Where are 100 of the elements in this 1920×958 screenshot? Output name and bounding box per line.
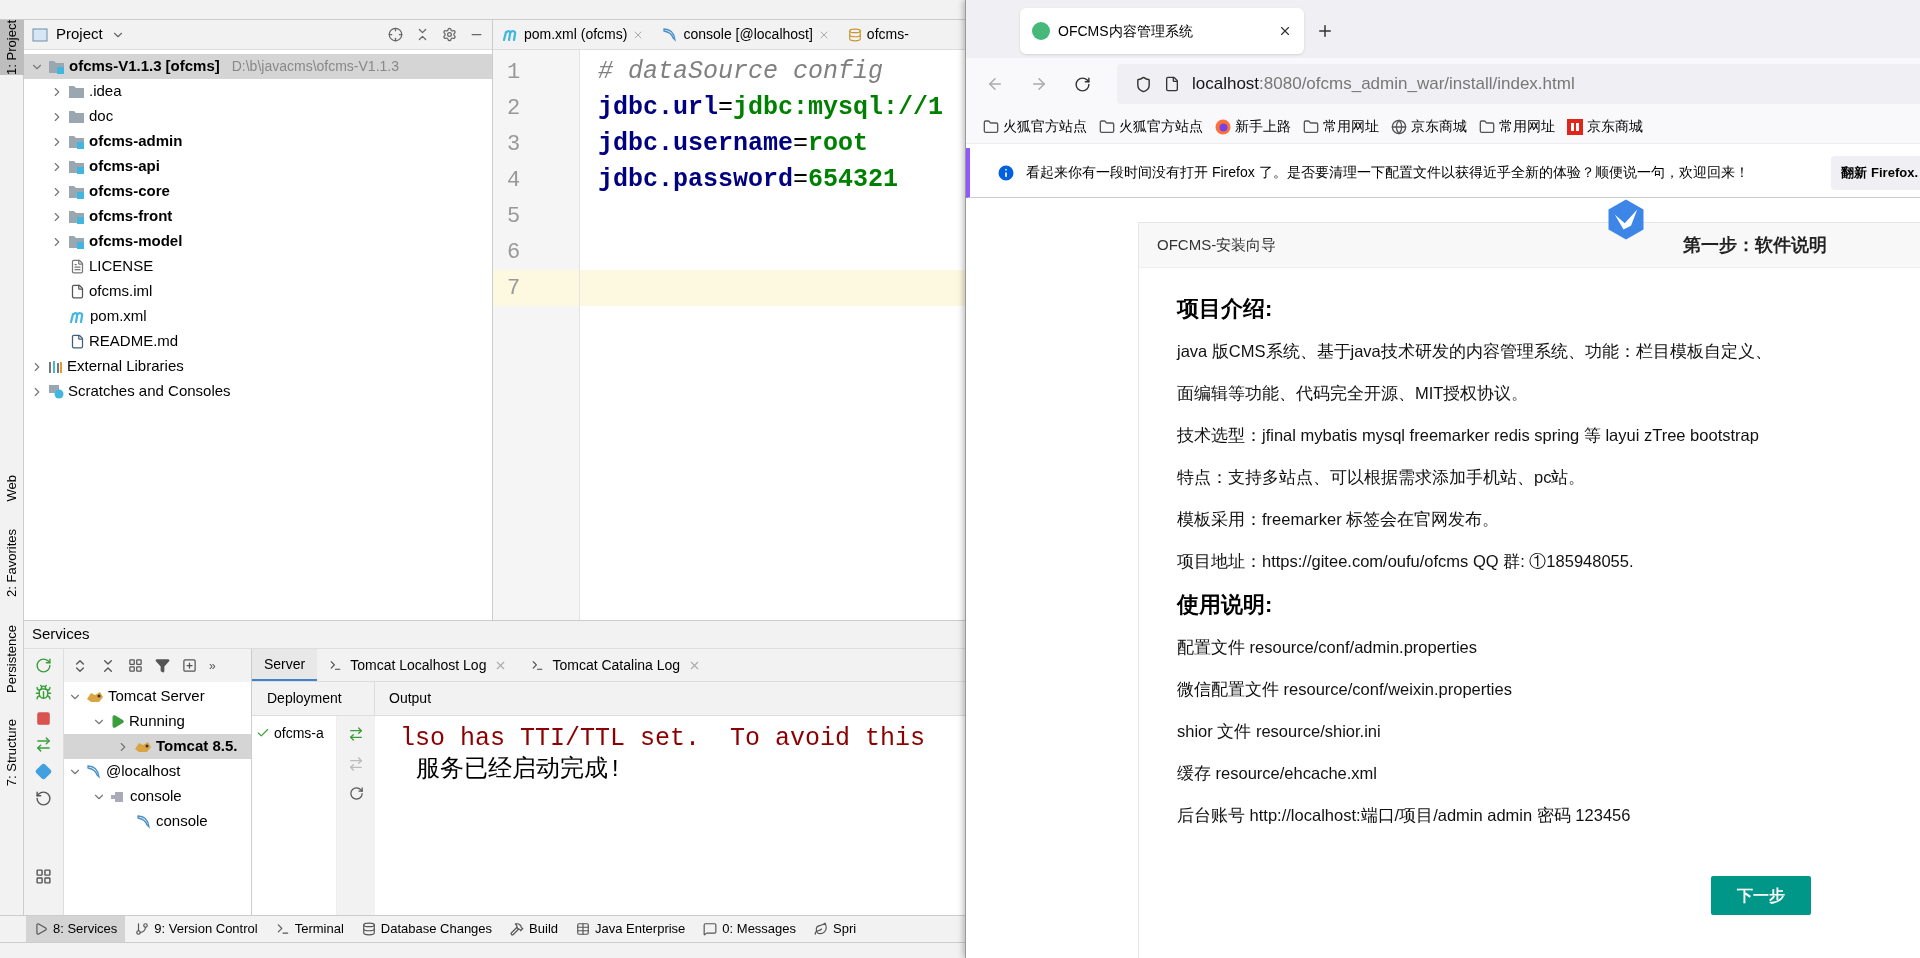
tool-window-button[interactable]: Database Changes	[353, 916, 501, 942]
deployment-item[interactable]: ofcms-a	[274, 722, 324, 744]
info-line: 技术选型：jfinal mybatis mysql freemarker redis spring 等 layui zTree bootstrap	[1177, 424, 1759, 446]
property-value: jdbc:mysql://1	[733, 92, 944, 125]
deploy-icon[interactable]	[35, 736, 52, 753]
console-output-line: lso has TTI/TTL set. To avoid this	[400, 723, 927, 752]
locate-icon[interactable]	[388, 27, 403, 42]
diamond-icon[interactable]	[35, 763, 52, 780]
tool-window-tab[interactable]: 7: Structure	[0, 719, 24, 787]
panel-title: Services	[32, 624, 90, 645]
service-tree-item[interactable]: Tomcat Server	[108, 685, 205, 708]
tool-window-button[interactable]: Terminal	[267, 916, 352, 942]
tool-window-tab[interactable]: Persistence	[0, 625, 24, 694]
firefox-icon	[1215, 118, 1231, 135]
settings-icon[interactable]	[442, 27, 457, 42]
tree-item[interactable]: ofcms-model	[89, 230, 183, 253]
tool-window-button[interactable]: 0: Messages	[695, 916, 805, 942]
tree-item[interactable]: ofcms-core	[89, 180, 170, 203]
filter-icon[interactable]	[155, 658, 170, 673]
folder-icon	[68, 84, 85, 99]
group-icon[interactable]	[128, 658, 143, 673]
tree-item[interactable]: .idea	[89, 80, 122, 103]
database-icon	[361, 922, 376, 936]
tool-window-button[interactable]: Spri	[806, 916, 865, 942]
tree-item[interactable]: ofcms-admin	[89, 130, 183, 153]
close-icon[interactable]	[1278, 24, 1292, 38]
tree-item[interactable]: Scratches and Consoles	[68, 380, 231, 403]
refresh-icon[interactable]	[35, 657, 52, 674]
add-service-icon[interactable]	[182, 658, 197, 673]
step-title: 第一步：软件说明	[1683, 233, 1827, 257]
tree-item[interactable]: README.md	[89, 330, 179, 353]
address-bar[interactable]: localhost:8080/ofcms_admin_war/install/index.html	[1117, 64, 1920, 104]
new-tab-icon[interactable]	[1316, 22, 1334, 40]
bookmark[interactable]: 京东商城	[1567, 116, 1643, 137]
module-folder-icon	[68, 209, 85, 224]
folder-icon	[1099, 118, 1115, 135]
layout-icon[interactable]	[35, 868, 52, 885]
service-tree-item[interactable]: console	[156, 810, 208, 833]
panel-title[interactable]: Project	[56, 23, 103, 46]
tree-item[interactable]: LICENSE	[89, 255, 154, 278]
tool-window-button[interactable]: 9: Version Control	[127, 916, 266, 942]
refresh-firefox-button[interactable]: 翻新 Firefox.	[1831, 155, 1920, 190]
markdown-file-icon	[70, 334, 85, 349]
tool-window-button[interactable]: Build	[502, 916, 566, 942]
service-tree-item[interactable]: @localhost	[106, 760, 181, 783]
tool-window-tab[interactable]: 2: Favorites	[0, 529, 24, 598]
log-tab[interactable]: Tomcat Catalina Log	[519, 649, 714, 681]
tree-item[interactable]: pom.xml	[90, 305, 147, 328]
info-line: 配置文件 resource/conf/admin.properties	[1177, 636, 1478, 658]
panel-icon	[32, 27, 48, 42]
log-tab[interactable]: Tomcat Localhost Log	[317, 649, 520, 681]
tool-window-button[interactable]: Java Enterprise	[568, 916, 694, 942]
reload-icon[interactable]	[1074, 75, 1091, 93]
tree-item[interactable]: ofcms-front	[89, 205, 173, 228]
tool-window-tab[interactable]: Web	[0, 474, 24, 502]
log-tab[interactable]: Server	[252, 649, 318, 681]
tool-window-tab[interactable]: 1: Project	[0, 20, 24, 75]
module-name: [ofcms]	[165, 56, 220, 77]
service-tree-item[interactable]: console	[130, 785, 182, 808]
info-line: java 版CMS系统、基于java技术研发的内容管理系统、功能：栏目模板自定义、	[1177, 340, 1772, 362]
bookmark[interactable]: 火狐官方站点	[983, 116, 1087, 137]
next-button[interactable]: 下一步	[1711, 876, 1811, 915]
bookmark[interactable]: 常用网址	[1303, 116, 1379, 137]
run-icon	[110, 714, 125, 729]
leaf-icon	[814, 922, 829, 936]
info-line: 微信配置文件 resource/conf/weixin.properties	[1177, 678, 1512, 700]
deploy-icon[interactable]	[348, 726, 364, 742]
forward-icon[interactable]	[1030, 75, 1048, 93]
maven-icon	[70, 310, 86, 323]
messages-icon	[703, 922, 718, 936]
notification-text: 看起来你有一段时间没有打开 Firefox 了。是否要清理一下配置文件以获得近乎全新的体验？顺便说一句，欢迎回来！	[1026, 163, 1749, 182]
tool-window-button[interactable]: 8: Services	[26, 916, 126, 942]
back-icon[interactable]	[986, 75, 1004, 93]
bookmark[interactable]: 常用网址	[1479, 116, 1555, 137]
branch-icon	[135, 922, 150, 936]
tree-item[interactable]: doc	[89, 105, 114, 128]
tree-item[interactable]: ofcms.iml	[89, 280, 153, 303]
module-folder-icon	[68, 134, 85, 149]
bookmark[interactable]: 新手上路	[1215, 116, 1291, 137]
browser-tab[interactable]: OFCMS内容管理系统	[1020, 8, 1304, 54]
column-header: Deployment	[252, 682, 375, 715]
restart-icon[interactable]	[35, 790, 52, 807]
info-icon	[996, 162, 1016, 183]
tree-item[interactable]: ofcms-api	[89, 155, 160, 178]
more-button[interactable]: »	[209, 656, 216, 675]
tree-item[interactable]: ofcms-V1.1.3	[69, 55, 162, 78]
module-folder-icon	[48, 59, 65, 74]
service-tree-item[interactable]: Running	[129, 710, 185, 733]
editor-tab[interactable]: console [@localhost]	[652, 20, 838, 49]
info-line: 后台账号 http://localhost:端口/项目/admin admin 密码 123456	[1177, 804, 1631, 826]
tree-item[interactable]: External Libraries	[67, 355, 184, 378]
refresh-icon[interactable]	[348, 786, 364, 801]
bookmark[interactable]: 京东商城	[1391, 116, 1467, 137]
editor-tab[interactable]: pom.xml (ofcms)	[493, 20, 653, 49]
section-heading: 使用说明:	[1177, 590, 1273, 619]
stop-icon[interactable]	[36, 711, 51, 726]
editor-tab[interactable]: ofcms-	[837, 20, 917, 49]
bug-icon[interactable]	[35, 684, 52, 701]
tomcat-icon	[134, 739, 152, 754]
bookmark[interactable]: 火狐官方站点	[1099, 116, 1203, 137]
